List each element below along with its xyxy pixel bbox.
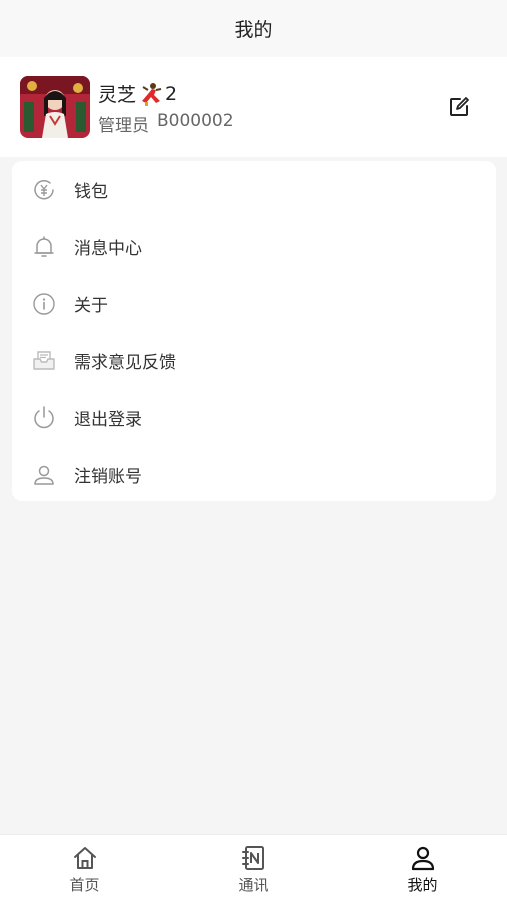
dancer-emoji-icon [138, 81, 164, 107]
user-role: 管理员 [98, 115, 149, 136]
tab-label: 通讯 [238, 875, 269, 894]
tab-contacts[interactable]: 通讯 [169, 835, 338, 900]
user-name-suffix: 2 [165, 82, 178, 105]
user-info: 灵芝 2 管理员 B000002 [98, 79, 234, 136]
yuan-coin-icon [30, 176, 58, 204]
menu-item-about[interactable]: 关于 [12, 275, 496, 332]
power-icon [30, 404, 58, 432]
page-title: 我的 [234, 19, 273, 41]
menu-item-logout[interactable]: 退出登录 [12, 389, 496, 446]
bell-icon [30, 233, 58, 261]
menu-item-feedback[interactable]: 需求意见反馈 [12, 332, 496, 389]
edit-icon [450, 97, 469, 116]
user-name-row: 灵芝 2 [98, 79, 234, 109]
user-name: 灵芝 [98, 84, 137, 106]
profile-card[interactable]: 灵芝 2 管理员 B000002 [0, 57, 507, 157]
menu-item-wallet[interactable]: 钱包 [12, 161, 496, 218]
tab-label: 首页 [69, 875, 100, 894]
person-icon [408, 843, 438, 873]
tab-home[interactable]: 首页 [0, 835, 169, 900]
edit-profile-button[interactable] [447, 95, 471, 119]
menu-item-label: 关于 [74, 296, 108, 316]
avatar[interactable] [20, 76, 90, 138]
menu-item-delete-account[interactable]: 注销账号 [12, 446, 496, 503]
menu-item-label: 钱包 [74, 182, 108, 202]
menu-item-messages[interactable]: 消息中心 [12, 218, 496, 275]
menu-item-label: 注销账号 [74, 467, 142, 487]
user-role-row: 管理员 B000002 [98, 111, 234, 136]
tab-label: 我的 [407, 875, 438, 894]
tab-mine[interactable]: 我的 [338, 835, 507, 900]
contacts-icon [239, 843, 269, 873]
user-icon [30, 461, 58, 489]
menu-item-label: 需求意见反馈 [74, 353, 176, 373]
feedback-inbox-icon [30, 347, 58, 375]
bottom-tab-bar: 首页 通讯 我的 [0, 834, 507, 900]
info-icon [30, 290, 58, 318]
menu-item-label: 消息中心 [74, 239, 142, 259]
user-id: B000002 [157, 110, 234, 131]
menu-list: 钱包 消息中心 关于 需求意见反馈 退出登录 注销账号 [12, 161, 496, 501]
page-header: 我的 [0, 0, 507, 57]
home-icon [70, 843, 100, 873]
menu-item-label: 退出登录 [74, 410, 142, 430]
